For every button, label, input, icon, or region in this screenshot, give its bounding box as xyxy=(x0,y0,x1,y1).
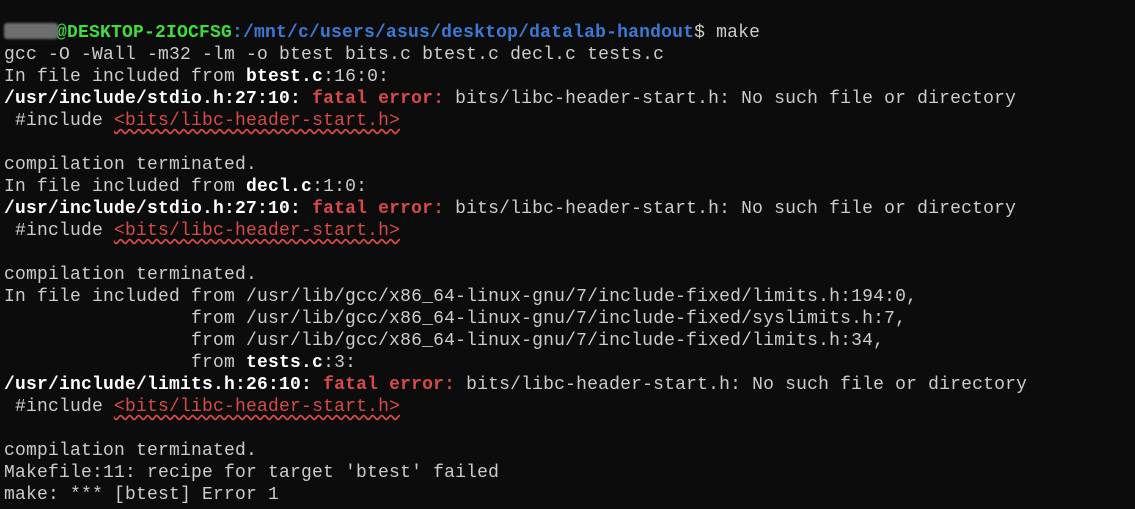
output-line: #include xyxy=(4,111,114,131)
prompt-path: :/mnt/c/users/asus/desktop/datalab-hando… xyxy=(232,23,694,43)
output-line: #include xyxy=(4,221,114,241)
prompt-dollar: $ xyxy=(694,23,705,43)
fatal-error-label: fatal error: xyxy=(312,375,466,395)
output-line: make: *** [btest] Error 1 xyxy=(4,485,279,505)
error-message: bits/libc-header-start.h: No such file o… xyxy=(466,375,1027,395)
output-line: from xyxy=(4,353,246,373)
file-ref: decl.c xyxy=(246,177,312,197)
output-line: In file included from xyxy=(4,67,246,87)
terminal-output[interactable]: @DESKTOP-2IOCFSG:/mnt/c/users/asus/deskt… xyxy=(0,0,1135,506)
output-line: from /usr/lib/gcc/x86_64-linux-gnu/7/inc… xyxy=(4,331,884,351)
error-location: /usr/include/limits.h:26:10: xyxy=(4,375,312,395)
include-directive: <bits/libc-header-start.h> xyxy=(114,397,400,417)
error-message: bits/libc-header-start.h: No such file o… xyxy=(455,199,1016,219)
output-line: compilation terminated. xyxy=(4,155,257,175)
output-line: In file included from /usr/lib/gcc/x86_6… xyxy=(4,287,917,307)
redacted-user xyxy=(4,23,58,39)
include-directive: <bits/libc-header-start.h> xyxy=(114,221,400,241)
error-location: /usr/include/stdio.h:27:10: xyxy=(4,199,301,219)
command-text: make xyxy=(716,23,760,43)
file-ref: btest.c xyxy=(246,67,323,87)
error-location: /usr/include/stdio.h:27:10: xyxy=(4,89,301,109)
file-ref: tests.c xyxy=(246,353,323,373)
output-line: :16:0: xyxy=(323,67,389,87)
include-directive: <bits/libc-header-start.h> xyxy=(114,111,400,131)
output-line: Makefile:11: recipe for target 'btest' f… xyxy=(4,463,499,483)
output-line: compilation terminated. xyxy=(4,265,257,285)
output-line: :1:0: xyxy=(312,177,367,197)
output-line: In file included from xyxy=(4,177,246,197)
prompt-host: @DESKTOP-2IOCFSG xyxy=(56,23,232,43)
output-line: gcc -O -Wall -m32 -lm -o btest bits.c bt… xyxy=(4,45,664,65)
output-line: from /usr/lib/gcc/x86_64-linux-gnu/7/inc… xyxy=(4,309,906,329)
output-line: :3: xyxy=(323,353,356,373)
output-line: compilation terminated. xyxy=(4,441,257,461)
error-message: bits/libc-header-start.h: No such file o… xyxy=(455,89,1016,109)
fatal-error-label: fatal error: xyxy=(301,199,455,219)
fatal-error-label: fatal error: xyxy=(301,89,455,109)
output-line: #include xyxy=(4,397,114,417)
